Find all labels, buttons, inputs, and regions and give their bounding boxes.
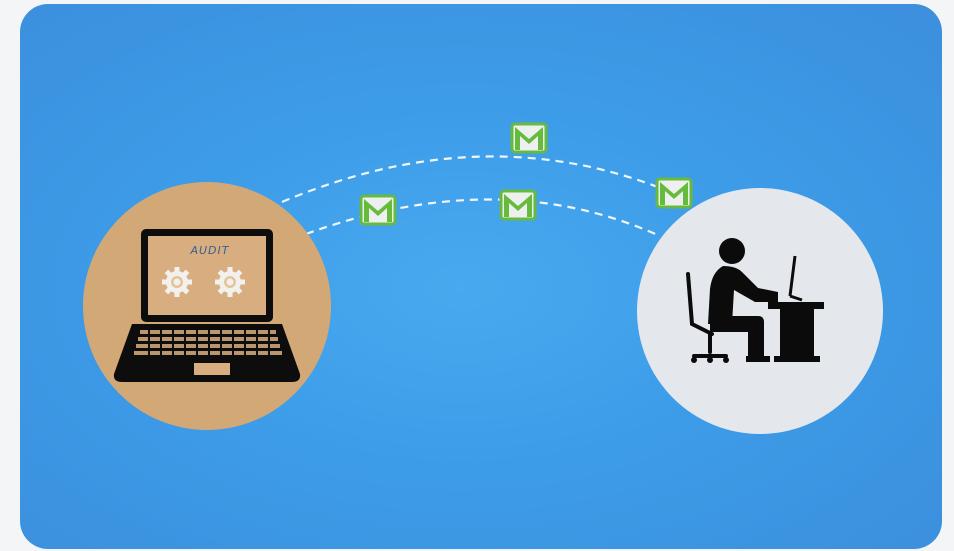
illustration-panel: AUDIT [20,4,942,549]
upper-dashed-line [281,155,681,204]
laptop-circle-group [83,182,331,430]
gear-icon [215,267,245,297]
connection-lines [281,155,681,238]
email-icon [510,122,548,154]
lower-dashed-line [305,198,661,238]
email-icon [359,194,397,226]
illustration-scene [83,122,883,434]
audit-logo: AUDIT [175,240,245,260]
page-margin [942,0,954,551]
page: AUDIT [0,0,954,551]
user-circle [637,188,883,434]
email-icon [655,177,693,209]
email-icon [499,189,537,221]
laptop-screen-brand: AUDIT [190,243,230,257]
user-circle-group [637,188,883,434]
gear-icon [162,267,192,297]
